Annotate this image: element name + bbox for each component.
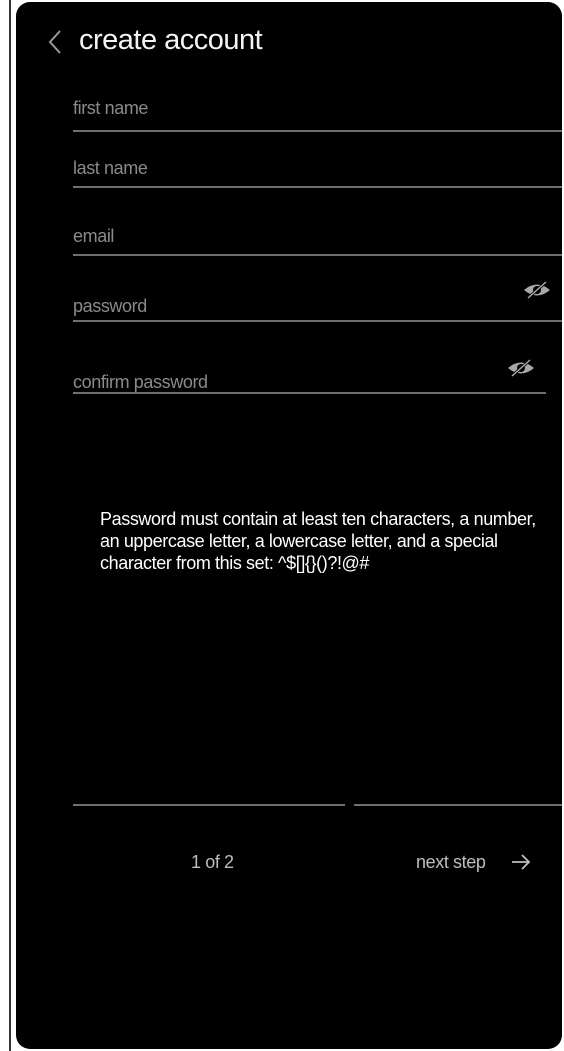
- next-step-button[interactable]: next step: [416, 844, 556, 880]
- confirm-password-visibility-toggle[interactable]: [506, 358, 536, 378]
- password-requirements: Password must contain at least ten chara…: [100, 509, 536, 573]
- eye-off-icon: [524, 280, 550, 300]
- password-field[interactable]: password: [73, 276, 562, 336]
- page-title: create account: [79, 24, 263, 56]
- frame-divider: [9, 0, 11, 1051]
- first-name-placeholder: first name: [73, 98, 149, 118]
- first-name-field[interactable]: first name: [73, 98, 562, 138]
- confirm-password-placeholder: confirm password: [73, 372, 208, 392]
- password-placeholder: password: [73, 296, 147, 316]
- progress-divider-left: [73, 804, 345, 806]
- left-frame-edge: [0, 0, 14, 1051]
- back-button[interactable]: [40, 22, 70, 62]
- last-name-placeholder: last name: [73, 158, 148, 178]
- email-placeholder: email: [73, 226, 115, 246]
- arrow-right-icon: [511, 854, 531, 870]
- chevron-left-icon: [48, 30, 61, 54]
- eye-off-icon: [508, 358, 534, 378]
- email-field[interactable]: email: [73, 226, 562, 266]
- create-account-screen: create account first name last name emai…: [16, 2, 562, 1049]
- confirm-password-underline: [73, 392, 546, 394]
- email-underline: [73, 254, 562, 256]
- last-name-underline: [73, 186, 562, 188]
- last-name-field[interactable]: last name: [73, 158, 562, 198]
- first-name-underline: [73, 130, 562, 132]
- password-visibility-toggle[interactable]: [522, 280, 552, 300]
- confirm-password-field[interactable]: confirm password: [73, 352, 546, 412]
- next-step-label: next step: [416, 851, 486, 872]
- password-underline: [73, 320, 562, 322]
- step-indicator: 1 of 2: [191, 852, 234, 872]
- header: create account: [16, 18, 562, 66]
- progress-divider-right: [354, 804, 562, 806]
